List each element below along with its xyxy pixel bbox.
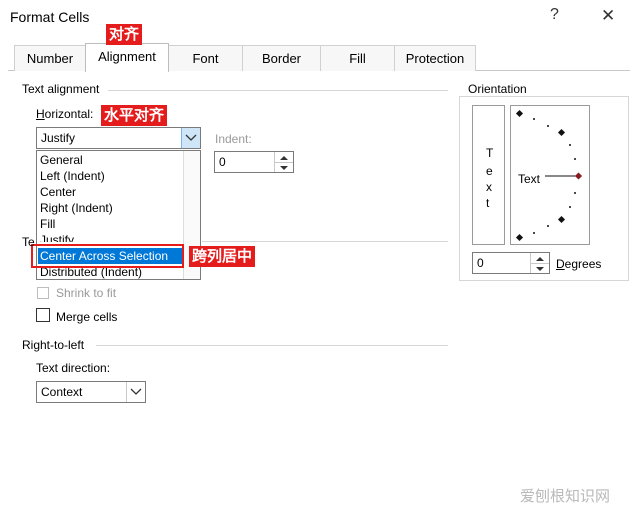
dial-dot xyxy=(547,125,549,127)
dial-dot xyxy=(574,192,576,194)
list-item[interactable]: General xyxy=(40,152,83,168)
vertical-text-button[interactable]: T e x t xyxy=(472,105,505,245)
horizontal-label: Horizontal: xyxy=(36,107,94,121)
annotation-alignment: 对齐 xyxy=(106,24,143,45)
indent-spinner[interactable]: 0 xyxy=(214,151,294,173)
chevron-down-icon[interactable] xyxy=(181,128,200,148)
degrees-spinner[interactable]: 0 xyxy=(472,252,550,274)
dial-dot xyxy=(569,206,571,208)
window-title: Format Cells xyxy=(10,9,90,25)
tab-fill[interactable]: Fill xyxy=(320,45,395,71)
dial-dot xyxy=(574,158,576,160)
degrees-value: 0 xyxy=(477,256,484,270)
dial-marker xyxy=(557,215,566,224)
tab-number[interactable]: Number xyxy=(14,45,86,71)
text-direction-label: Text direction: xyxy=(36,361,111,375)
list-item[interactable]: Right (Indent) xyxy=(40,200,113,216)
orientation-dial[interactable]: Text xyxy=(510,105,590,245)
horizontal-select[interactable]: Justify xyxy=(36,127,201,149)
vertical-text-letter: e xyxy=(486,164,493,178)
merge-cells-checkbox[interactable] xyxy=(36,308,50,322)
dial-marker xyxy=(515,233,524,242)
dial-marker xyxy=(515,109,524,118)
help-button[interactable]: ? xyxy=(550,6,559,24)
vertical-text-letter: x xyxy=(486,180,492,194)
text-control-title: Te xyxy=(22,235,35,249)
text-alignment-title: Text alignment xyxy=(22,82,100,96)
text-direction-value: Context xyxy=(41,385,83,399)
vertical-text-letter: t xyxy=(486,196,490,210)
text-control-separator xyxy=(202,241,448,242)
tab-font[interactable]: Font xyxy=(168,45,243,71)
close-button[interactable]: ✕ xyxy=(601,6,615,26)
text-direction-select[interactable]: Context xyxy=(36,381,146,403)
dial-handle xyxy=(574,172,583,180)
dial-text: Text xyxy=(518,172,541,186)
list-item[interactable]: Justify xyxy=(40,232,74,242)
indent-value: 0 xyxy=(219,155,226,169)
watermark: 爱刨根知识网 xyxy=(519,488,610,505)
shrink-to-fit-checkbox[interactable] xyxy=(37,287,49,299)
orientation-title: Orientation xyxy=(466,82,529,96)
triangle-down-icon[interactable] xyxy=(275,162,293,172)
degrees-label: Degrees xyxy=(556,257,602,271)
dial-dot xyxy=(533,118,535,120)
annotation-horizontal: 水平对齐 xyxy=(101,105,168,126)
vertical-text-letter: T xyxy=(486,146,494,160)
dial-dot xyxy=(533,232,535,234)
merge-cells-label: Merge cells xyxy=(56,310,118,324)
dial-dot xyxy=(547,225,549,227)
dial-marker xyxy=(557,128,566,137)
list-item[interactable]: Left (Indent) xyxy=(40,168,105,184)
horizontal-value: Justify xyxy=(41,131,76,145)
annotation-center-across: 跨列居中 xyxy=(189,246,256,267)
tab-protection[interactable]: Protection xyxy=(394,45,476,71)
shrink-to-fit-label: Shrink to fit xyxy=(56,286,117,300)
list-item[interactable]: Center xyxy=(40,184,76,200)
list-item[interactable]: Fill xyxy=(40,216,55,232)
chevron-down-icon[interactable] xyxy=(126,382,145,402)
indent-label: Indent: xyxy=(215,132,252,146)
tab-alignment[interactable]: Alignment xyxy=(85,43,169,72)
dial-dot xyxy=(569,144,571,146)
tab-border[interactable]: Border xyxy=(242,45,321,71)
text-alignment-separator xyxy=(108,90,448,91)
triangle-down-icon[interactable] xyxy=(531,263,549,273)
annotation-highlight-box xyxy=(31,244,184,268)
rtl-separator xyxy=(96,345,448,346)
rtl-title: Right-to-left xyxy=(22,338,85,352)
